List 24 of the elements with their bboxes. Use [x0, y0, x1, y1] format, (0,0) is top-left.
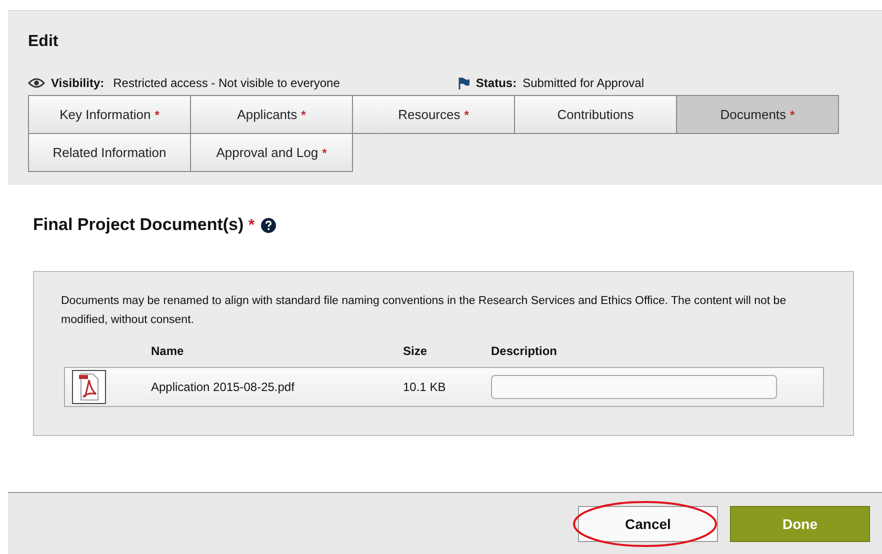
tab[interactable]: Contributions	[514, 95, 677, 134]
flag-icon	[458, 76, 470, 90]
column-header: Size	[403, 344, 428, 358]
tab[interactable]: Documents *	[676, 95, 839, 134]
file-name: Application 2015-08-25.pdf	[151, 380, 296, 394]
pdf-file-icon	[72, 370, 106, 404]
tab[interactable]: Approval and Log *	[190, 133, 353, 172]
tab[interactable]: Key Information *	[28, 95, 191, 134]
cancel-button[interactable]: Cancel	[578, 506, 718, 542]
tab[interactable]: Related Information	[28, 133, 191, 172]
visibility-label: Visibility:	[51, 76, 104, 90]
column-header: Description	[491, 344, 558, 358]
status-label: Status:	[476, 76, 517, 90]
section-title: Final Project Document(s) *	[33, 215, 255, 235]
description-field[interactable]	[491, 375, 777, 399]
tab[interactable]: Applicants *	[190, 95, 353, 134]
tab[interactable]: Resources *	[352, 95, 515, 134]
dialog-title: Edit	[28, 33, 60, 51]
eye-icon	[28, 78, 45, 88]
visibility-value: Restricted access - Not visible to everyone	[113, 76, 340, 90]
column-header: Name	[151, 344, 185, 358]
file-size: 10.1 KB	[403, 380, 447, 394]
naming-note: Documents may be renamed to align with standard file naming conventions in the Research Services and Ethics Office. The content will not be modified, without consent.	[61, 294, 788, 328]
status-value: Submitted for Approval	[522, 76, 644, 90]
